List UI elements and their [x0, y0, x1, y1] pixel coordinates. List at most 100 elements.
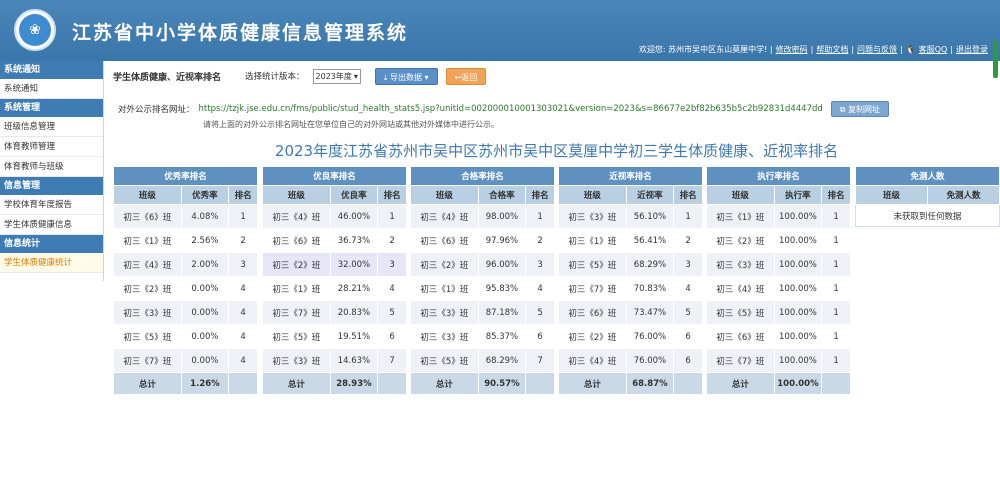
url-hint: 请将上面的对外公示排名网址在您单位自己的对外网站或其他对外媒体中进行公示。 — [203, 120, 499, 129]
sidebar-group[interactable]: 系统通知 — [0, 61, 103, 79]
column-header: 班级 — [113, 185, 182, 205]
table-cell: 初三《3》班 — [558, 204, 627, 229]
table-caption: 执行率排名 — [706, 166, 851, 186]
sidebar-item[interactable]: 体育教师与班级 — [0, 157, 103, 177]
app-header: ❀ 江苏省中小学体质健康信息管理系统 欢迎您: 苏州市吴中区东山莫厘中学! | … — [0, 0, 1000, 78]
sidebar-group[interactable]: 系统管理 — [0, 99, 103, 117]
table-cell: 初三《1》班 — [410, 276, 479, 301]
table-cell: 初三《3》班 — [410, 324, 479, 349]
total-cell: 总计 — [410, 372, 479, 395]
total-row: 总计 1.26% — [113, 372, 258, 395]
table-cell: 初三《3》班 — [706, 252, 775, 277]
table-cell: 95.83% — [477, 276, 527, 301]
table-cell: 2.56% — [180, 228, 230, 253]
copy-url-button[interactable]: ⧉ 复制网址 — [830, 101, 890, 117]
table-cell: 68.29% — [625, 252, 675, 277]
table-cell: 初三《2》班 — [558, 324, 627, 349]
sidebar-group[interactable]: 信息管理 — [0, 177, 103, 195]
feedback-link[interactable]: 问题与反馈 — [857, 44, 897, 55]
table-cell: 初三《4》班 — [113, 252, 182, 277]
lotus-icon: ❀ — [19, 14, 51, 46]
table-row: 初三《3》班 56.10% 1 — [558, 204, 703, 229]
qq-link[interactable]: 客服QQ — [919, 44, 948, 55]
table-cell: 初三《1》班 — [706, 204, 775, 229]
table-cell: 0.00% — [180, 276, 230, 301]
table-cell: 2 — [525, 228, 555, 253]
sidebar-item[interactable]: 系统通知 — [0, 79, 103, 99]
back-button[interactable]: ↩返回 — [445, 67, 487, 85]
table-cell: 3 — [377, 252, 407, 277]
ranking-table: 近视率排名 班级 近视率 排名 初三《3》班 56.10% 1 初三《1》班 56.41% 2 初三… — [558, 166, 703, 395]
table-cell: 1 — [821, 324, 851, 349]
table-cell: 初三《6》班 — [113, 204, 182, 229]
table-cell: 初三《7》班 — [113, 348, 182, 373]
table-cell: 4 — [673, 276, 703, 301]
total-row: 总计 68.87% — [558, 372, 703, 395]
sidebar-item[interactable]: 学生体质健康信息 — [0, 215, 103, 235]
table-cell: 87.18% — [477, 300, 527, 325]
change-password-link[interactable]: 修改密码 — [776, 44, 808, 55]
table-cell: 56.41% — [625, 228, 675, 253]
table-cell: 4 — [525, 276, 555, 301]
public-url[interactable]: https://tzjk.jse.edu.cn/fms/public/stud_… — [199, 104, 823, 114]
table-cell: 7 — [377, 348, 407, 373]
column-header: 优秀率 — [180, 185, 230, 205]
table-cell: 初三《2》班 — [706, 228, 775, 253]
system-title: 江苏省中小学体质健康信息管理系统 — [72, 22, 409, 44]
table-cell: 初三《3》班 — [410, 300, 479, 325]
table-cell: 初三《7》班 — [262, 300, 331, 325]
table-cell: 初三《2》班 — [262, 252, 331, 277]
total-cell: 90.57% — [477, 372, 527, 395]
sidebar-item[interactable]: 体育教师管理 — [0, 137, 103, 157]
export-button[interactable]: ⤓ 导出数据 ▾ — [374, 67, 438, 85]
total-cell — [377, 372, 407, 395]
sidebar-item[interactable]: 学生体质健康统计 — [0, 253, 103, 273]
table-caption: 优良率排名 — [262, 166, 407, 186]
page-title: 学生体质健康、近视率排名 — [113, 72, 222, 83]
table-cell: 0.00% — [180, 348, 230, 373]
table-cell: 4 — [377, 276, 407, 301]
table-row: 初三《6》班 100.00% 1 — [706, 324, 851, 349]
table-cell: 初三《6》班 — [410, 228, 479, 253]
table-cell: 初三《6》班 — [706, 324, 775, 349]
sidebar-group[interactable]: 信息统计 — [0, 235, 103, 253]
total-cell: 100.00% — [773, 372, 823, 395]
version-label: 选择统计版本： — [245, 72, 305, 82]
scrollbar[interactable] — [993, 40, 998, 78]
table-row: 初三《3》班 0.00% 4 — [113, 300, 258, 325]
table-cell: 初三《4》班 — [410, 204, 479, 229]
table-cell: 初三《1》班 — [558, 228, 627, 253]
column-header: 排名 — [377, 185, 407, 205]
sidebar-item[interactable]: 学校体育年度报告 — [0, 195, 103, 215]
column-header: 合格率 — [477, 185, 527, 205]
table-cell: 初三《6》班 — [558, 300, 627, 325]
table-cell: 100.00% — [773, 204, 823, 229]
table-row: 初三《7》班 70.83% 4 — [558, 276, 703, 301]
table-cell: 3 — [525, 252, 555, 277]
logo: ❀ — [14, 9, 56, 51]
table-caption: 近视率排名 — [558, 166, 703, 186]
logout-link[interactable]: 退出登录 — [956, 44, 988, 55]
table-cell: 4 — [228, 300, 258, 325]
help-docs-link[interactable]: 帮助文档 — [816, 44, 848, 55]
table-cell: 76.00% — [625, 324, 675, 349]
table-cell: 5 — [525, 300, 555, 325]
table-row: 初三《3》班 85.37% 6 — [410, 324, 555, 349]
ranking-table: 优良率排名 班级 优良率 排名 初三《4》班 46.00% 1 初三《6》班 36.73% 2 初三… — [262, 166, 407, 395]
sidebar-item[interactable]: 班级信息管理 — [0, 117, 103, 137]
table-cell: 5 — [673, 300, 703, 325]
table-row: 初三《2》班 0.00% 4 — [113, 276, 258, 301]
column-header: 排名 — [228, 185, 258, 205]
total-cell: 28.93% — [329, 372, 379, 395]
table-row: 初三《3》班 100.00% 1 — [706, 252, 851, 277]
total-cell: 68.87% — [625, 372, 675, 395]
version-select[interactable]: 2023年度 ▾ — [312, 68, 361, 84]
table-cell: 6 — [525, 324, 555, 349]
table-cell: 4 — [228, 324, 258, 349]
table-cell: 初三《4》班 — [262, 204, 331, 229]
table-row: 初三《5》班 19.51% 6 — [262, 324, 407, 349]
table-cell: 2 — [377, 228, 407, 253]
table-cell: 初三《3》班 — [113, 300, 182, 325]
table-cell: 初三《2》班 — [113, 276, 182, 301]
table-row: 初三《2》班 76.00% 6 — [558, 324, 703, 349]
